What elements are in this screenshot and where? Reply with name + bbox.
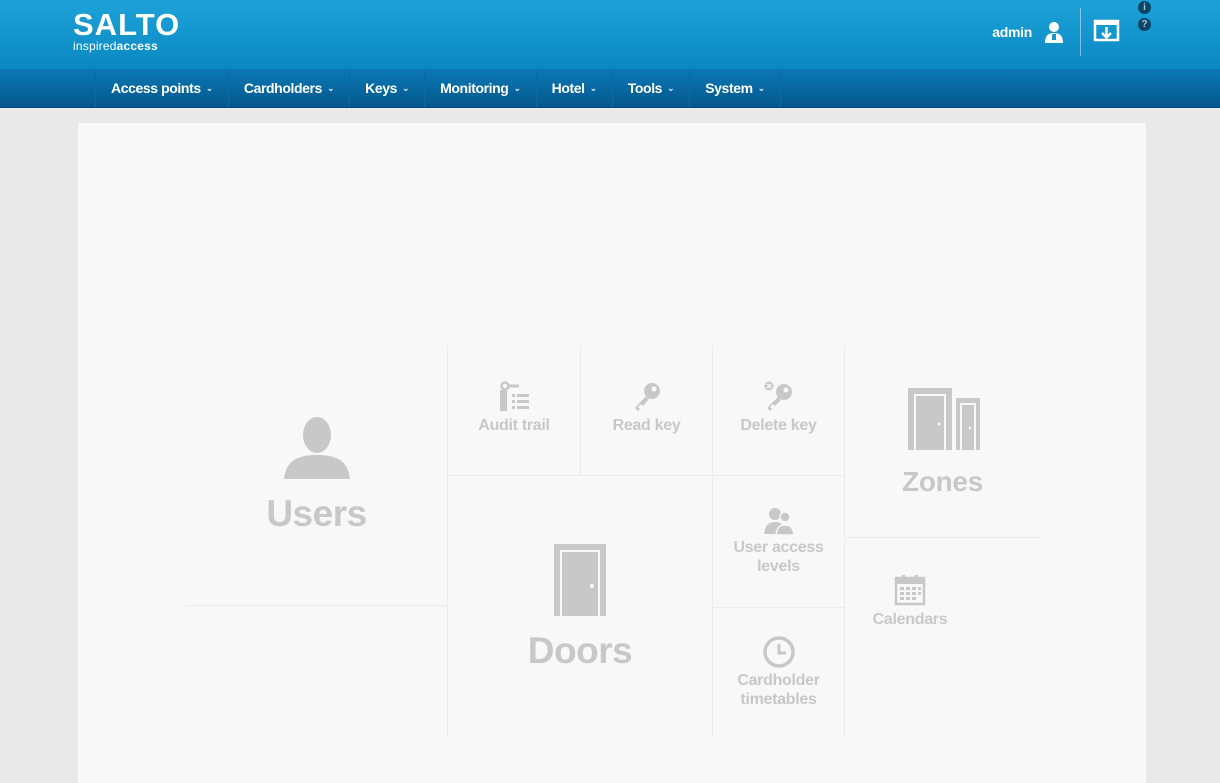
nav-item-access-points[interactable]: Access points ⌄ — [95, 69, 228, 107]
chevron-down-icon: ⌄ — [401, 82, 410, 93]
cardholder-timetables-tile[interactable]: Cardholder timetables — [713, 608, 844, 738]
nav-item-label: Access points — [111, 80, 201, 96]
nav-item-hotel[interactable]: Hotel ⌄ — [535, 69, 612, 107]
zones-icon — [907, 388, 980, 450]
chevron-down-icon: ⌄ — [513, 82, 521, 93]
salto-logo[interactable]: SALTO inspiredaccess — [73, 7, 181, 53]
user-name: admin — [992, 24, 1032, 40]
logo-main-text: SALTO — [73, 7, 181, 42]
user-access-levels-label-line2: levels — [757, 558, 800, 575]
user-menu[interactable]: admin — [992, 20, 1066, 44]
nav-menu: Access points ⌄ Cardholders ⌄ Keys ⌄ Monito… — [95, 69, 781, 107]
info-icon[interactable]: i — [1138, 1, 1151, 14]
users-group-icon — [763, 508, 795, 536]
chevron-down-icon: ⌄ — [589, 82, 598, 93]
user-icon — [283, 417, 350, 479]
top-header: SALTO inspiredaccess admin i ? — [0, 0, 1220, 69]
user-icon — [1045, 22, 1063, 43]
zones-tile[interactable]: Zones — [845, 345, 1040, 537]
delete-key-tile[interactable]: Delete key — [713, 345, 844, 475]
doors-label: Doors — [527, 630, 633, 671]
read-key-tile[interactable]: Read key — [581, 345, 712, 475]
door-icon — [554, 544, 606, 616]
key-icon — [634, 383, 660, 411]
audit-trail-label: Audit trail — [478, 417, 550, 434]
calendars-label: Calendars — [872, 611, 948, 628]
cardholder-timetables-label-line1: Cardholder — [737, 672, 820, 689]
nav-item-system[interactable]: System ⌄ — [689, 69, 781, 107]
chevron-down-icon: ⌄ — [667, 82, 675, 93]
clock-icon — [762, 636, 795, 668]
nav-item-label: Keys — [365, 80, 397, 96]
nav-item-monitoring[interactable]: Monitoring ⌄ — [424, 69, 535, 107]
delete-key-label: Delete key — [740, 417, 817, 434]
nav-item-label: Hotel — [551, 80, 585, 96]
nav-item-cardholders[interactable]: Cardholders ⌄ — [227, 69, 349, 107]
dashboard-panel: Users Audit trail Read key Delete key Zo… — [78, 123, 1146, 783]
logo-tagline-light: inspired — [73, 39, 117, 53]
chevron-down-icon: ⌄ — [757, 82, 766, 93]
calendar-icon — [894, 575, 926, 606]
user-access-levels-tile[interactable]: User access levels — [713, 476, 844, 607]
nav-item-label: Monitoring — [440, 80, 509, 96]
delete-key-icon — [764, 381, 792, 411]
help-icon[interactable]: ? — [1138, 18, 1151, 31]
nav-item-label: Tools — [627, 80, 663, 96]
logout-icon[interactable] — [1093, 18, 1120, 45]
grid-divider — [185, 605, 447, 606]
nav-item-keys[interactable]: Keys ⌄ — [349, 69, 424, 107]
zones-label: Zones — [902, 466, 983, 497]
calendars-tile[interactable]: Calendars — [845, 538, 975, 738]
doors-tile[interactable]: Doors — [448, 476, 712, 738]
chevron-down-icon: ⌄ — [326, 82, 335, 93]
nav-item-label: Cardholders — [243, 80, 322, 96]
user-access-levels-label-line1: User access — [733, 539, 824, 556]
main-navigation: Access points ⌄ Cardholders ⌄ Keys ⌄ Monito… — [0, 69, 1220, 108]
chevron-down-icon: ⌄ — [205, 82, 214, 93]
nav-item-tools[interactable]: Tools ⌄ — [611, 69, 689, 107]
header-divider — [1080, 8, 1081, 56]
users-label: Users — [266, 493, 367, 534]
audit-trail-tile[interactable]: Audit trail — [448, 345, 580, 475]
read-key-label: Read key — [612, 417, 681, 434]
audit-trail-icon — [500, 381, 529, 411]
nav-item-label: System — [705, 80, 753, 96]
cardholder-timetables-label-line2: timetables — [740, 691, 817, 708]
users-tile[interactable]: Users — [186, 345, 447, 605]
logo-tagline-bold: access — [116, 39, 158, 53]
